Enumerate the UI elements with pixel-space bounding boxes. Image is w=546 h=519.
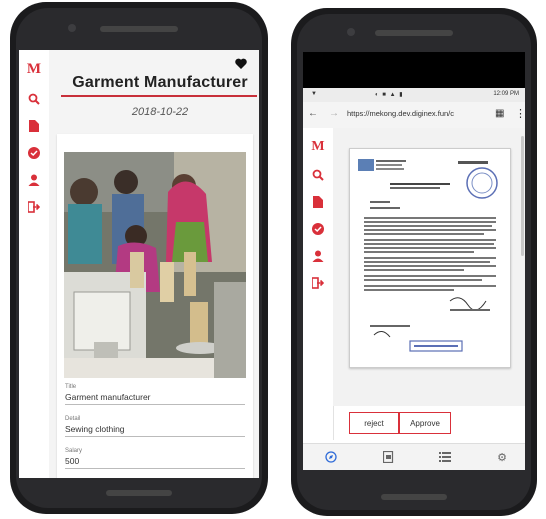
field-title: Title Garment manufacturer bbox=[65, 384, 245, 405]
logout-icon[interactable] bbox=[27, 200, 41, 214]
gear-icon[interactable]: ⚙ bbox=[494, 449, 510, 465]
job-card: Title Garment manufacturer Detail Sewing… bbox=[57, 134, 253, 478]
search-icon[interactable] bbox=[27, 92, 41, 106]
app-logo[interactable]: M bbox=[27, 61, 41, 77]
sidebar: M bbox=[19, 50, 50, 478]
job-photo bbox=[64, 152, 246, 378]
logout-icon[interactable] bbox=[311, 276, 325, 290]
field-label: Detail bbox=[65, 416, 81, 422]
document-icon[interactable] bbox=[27, 119, 41, 133]
screen-top-band bbox=[303, 52, 525, 88]
status-bar: ▼ ◐ ■ ▲ ▮ 12:09 PM bbox=[303, 88, 525, 102]
document-viewer[interactable] bbox=[333, 128, 525, 406]
heart-icon[interactable] bbox=[235, 56, 247, 72]
user-icon[interactable] bbox=[27, 173, 41, 187]
more-vert-icon[interactable]: ⋮ bbox=[515, 107, 525, 120]
status-icons: ◐ ■ ▲ ▮ bbox=[375, 92, 404, 98]
reject-button[interactable]: reject bbox=[349, 412, 399, 434]
grid-icon[interactable]: ▦ bbox=[495, 108, 504, 119]
right-phone-screen: ▼ ◐ ■ ▲ ▮ 12:09 PM ← → https://mekong.de… bbox=[303, 52, 525, 470]
field-label: Salary bbox=[65, 448, 83, 454]
field-label: Title bbox=[65, 384, 77, 390]
document-icon[interactable] bbox=[380, 449, 396, 465]
phone-speaker bbox=[100, 26, 178, 32]
status-time: 12:09 PM bbox=[493, 91, 519, 97]
sidebar: M bbox=[303, 128, 334, 440]
approve-button[interactable]: Approve bbox=[399, 412, 451, 434]
phone-camera bbox=[347, 28, 355, 36]
main-content: Garment Manufacturer 2018-10-22 Title Ga… bbox=[49, 50, 259, 478]
phone-camera bbox=[68, 24, 76, 32]
vertical-scrollbar[interactable] bbox=[521, 136, 524, 256]
search-icon[interactable] bbox=[311, 168, 325, 182]
post-date: 2018-10-22 bbox=[131, 106, 189, 118]
field-value[interactable]: Sewing clothing bbox=[65, 424, 245, 437]
phone-bottom-speaker bbox=[106, 490, 172, 496]
scanned-document[interactable] bbox=[349, 148, 511, 368]
bottom-navigation: ⚙ bbox=[303, 443, 525, 470]
compass-icon[interactable] bbox=[323, 449, 339, 465]
url-field[interactable]: https://mekong.dev.diginex.fun/c bbox=[347, 109, 487, 121]
download-icon: ▼ bbox=[311, 91, 317, 97]
user-icon[interactable] bbox=[311, 249, 325, 263]
field-value[interactable]: Garment manufacturer bbox=[65, 392, 245, 405]
check-circle-icon[interactable] bbox=[27, 146, 41, 160]
check-circle-icon[interactable] bbox=[311, 222, 325, 236]
app-logo[interactable]: M bbox=[311, 139, 325, 154]
field-salary: Salary 500 bbox=[65, 448, 245, 469]
document-icon[interactable] bbox=[311, 195, 325, 209]
page-title: Garment Manufacturer bbox=[72, 74, 248, 91]
phone-speaker bbox=[375, 30, 453, 36]
list-icon[interactable] bbox=[437, 449, 453, 465]
back-arrow-icon[interactable]: ← bbox=[308, 108, 318, 119]
field-detail: Detail Sewing clothing bbox=[65, 416, 245, 437]
field-value[interactable]: 500 bbox=[65, 456, 245, 469]
browser-toolbar: ← → https://mekong.dev.diginex.fun/c ▦ ⋮ bbox=[303, 102, 525, 129]
forward-arrow-icon[interactable]: → bbox=[329, 108, 339, 119]
title-underline bbox=[61, 95, 257, 97]
left-phone-screen: M Garment Manufacturer 2018-10-22 Title … bbox=[19, 50, 259, 478]
phone-bottom-speaker bbox=[381, 494, 447, 500]
